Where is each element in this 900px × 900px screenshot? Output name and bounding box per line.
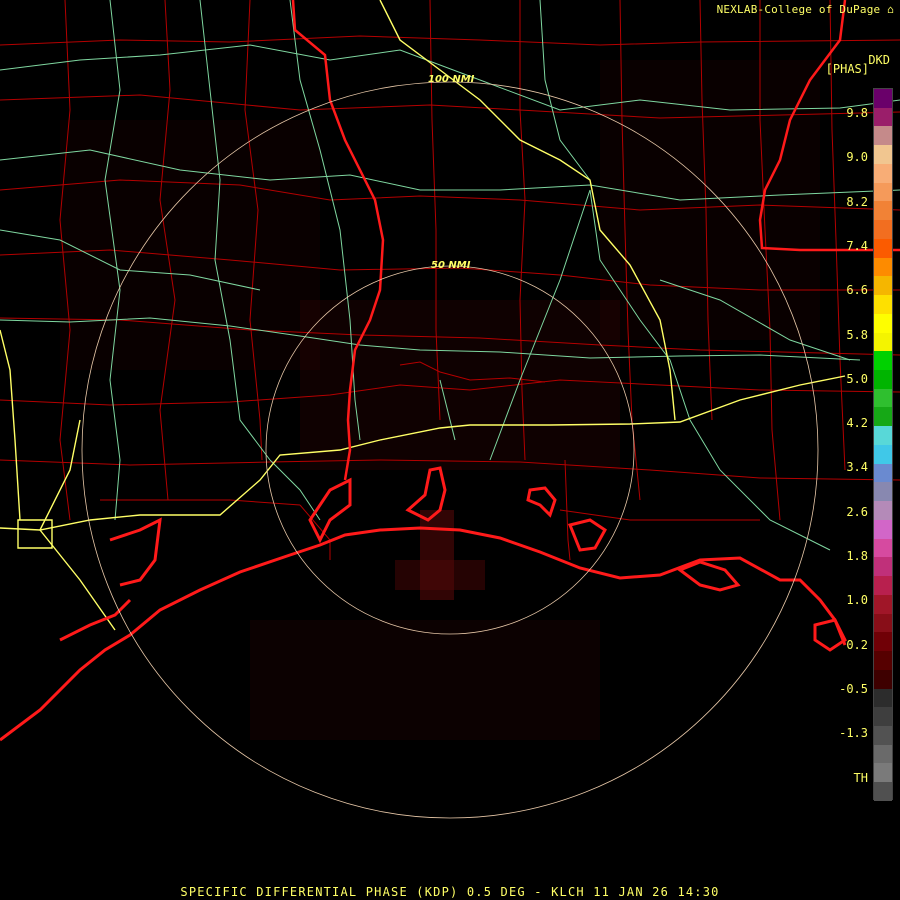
colorbar-step: [874, 519, 892, 539]
colorbar-step: [874, 388, 892, 408]
colorbar-label: 9.8: [846, 106, 868, 120]
colorbar-step: [874, 257, 892, 277]
colorbar-step: [874, 276, 892, 296]
colorbar-step: [874, 725, 892, 745]
colorbar-label: -1.3: [839, 726, 868, 741]
colorbar-step: [874, 220, 892, 239]
colorbar-step: [874, 576, 892, 595]
range-ring-outer-label: 100 NMI: [428, 74, 475, 85]
colorbar-step: [874, 501, 892, 520]
colorbar-step: [874, 707, 892, 726]
product-caption: SPECIFIC DIFFERENTIAL PHASE (KDP) 0.5 DE…: [180, 885, 720, 899]
colorbar-step: [874, 782, 892, 801]
colorbar-step: [874, 313, 892, 333]
cod-logo-icon: ⌂: [887, 3, 894, 16]
colorbar-label: 5.0: [846, 371, 868, 386]
colorbar-step: [874, 407, 892, 427]
colorbar-step: [874, 126, 892, 146]
colorbar-label: 1.8: [846, 549, 868, 563]
colorbar-step: [874, 238, 892, 258]
colorbar-step: [874, 632, 892, 652]
colorbar-step: [874, 145, 892, 164]
colorbar-step: [874, 669, 892, 689]
colorbar-step: [874, 295, 892, 314]
colorbar-label: 3.4: [846, 460, 868, 475]
colorbar-step: [874, 613, 892, 633]
colorbar-label: -0.5: [839, 681, 868, 696]
colorbar-step: [874, 89, 892, 108]
colorbar-step: [874, 538, 892, 558]
colorbar-label: 0.2: [846, 637, 868, 652]
colorbar-step: [874, 182, 892, 202]
colorbar-step: [874, 107, 892, 127]
colorbar-step: [874, 688, 892, 708]
colorbar-step: [874, 201, 892, 221]
product-units: [PHAS]: [825, 62, 869, 76]
credit-text: NEXLAB-College of DuPage: [716, 3, 881, 16]
colorbar: [873, 88, 893, 801]
colorbar-step: [874, 557, 892, 577]
colorbar-label: TH: [853, 770, 868, 785]
colorbar-step: [874, 163, 892, 183]
colorbar-step: [874, 426, 892, 445]
credit-label: NEXLAB-College of DuPage ⌂: [717, 3, 894, 16]
colorbar-step: [874, 463, 892, 483]
colorbar-step: [874, 444, 892, 464]
colorbar-step: [874, 351, 892, 371]
colorbar-label: 2.6: [846, 504, 868, 519]
colorbar-label: 7.4: [846, 238, 868, 253]
colorbar-step: [874, 594, 892, 614]
colorbar-label: 1.0: [846, 593, 868, 608]
colorbar-label: 4.2: [846, 416, 868, 431]
colorbar-label: 5.8: [846, 327, 868, 342]
colorbar-label: 8.2: [846, 194, 868, 209]
colorbar-label: 6.6: [846, 283, 868, 298]
range-ring-inner-label: 50 NMI: [431, 260, 471, 271]
colorbar-step: [874, 332, 892, 352]
colorbar-label: 9.0: [846, 150, 868, 165]
colorbar-step: [874, 370, 892, 389]
colorbar-step: [874, 651, 892, 670]
radar-map: 100 NMI 50 NMI: [0, 0, 900, 900]
colorbar-step: [874, 482, 892, 502]
product-code: DKD: [868, 53, 890, 67]
colorbar-step: [874, 744, 892, 764]
colorbar-step: [874, 763, 892, 783]
